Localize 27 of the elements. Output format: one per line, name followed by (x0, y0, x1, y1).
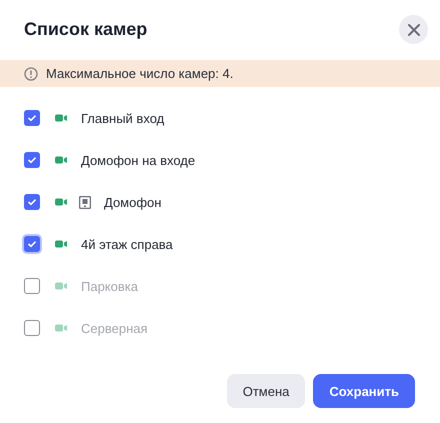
camera-icon (55, 114, 67, 122)
dialog-title: Список камер (24, 19, 148, 40)
camera-name: Серверная (81, 320, 148, 336)
close-button[interactable] (399, 15, 428, 44)
save-button[interactable]: Сохранить (313, 374, 415, 408)
camera-name: 4й этаж справа (81, 236, 173, 252)
check-icon (27, 240, 37, 248)
check-icon (27, 156, 37, 164)
checkbox[interactable] (24, 152, 40, 168)
camera-name: Главный вход (81, 110, 164, 126)
camera-icon (55, 198, 67, 206)
camera-icon (55, 282, 67, 290)
checkbox[interactable] (24, 194, 40, 210)
notice-text: Максимальное число камер: 4. (46, 66, 234, 81)
check-icon (27, 114, 37, 122)
checkbox[interactable] (24, 236, 40, 252)
camera-name: Домофон на входе (81, 152, 196, 168)
camera-name: Парковка (81, 278, 138, 294)
check-icon (27, 198, 37, 206)
close-icon (408, 24, 420, 36)
cancel-button[interactable]: Отмена (226, 374, 306, 408)
camera-icon (55, 324, 67, 332)
camera-icon (55, 156, 67, 164)
checkbox[interactable] (24, 110, 40, 126)
camera-name: Домофон (104, 194, 162, 210)
camera-icon (55, 240, 67, 248)
info-icon (24, 66, 38, 80)
